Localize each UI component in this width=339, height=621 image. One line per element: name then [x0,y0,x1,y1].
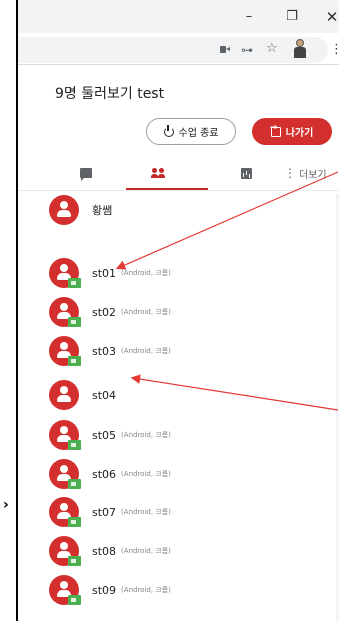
video-camera-icon [68,479,81,489]
participant-row[interactable]: st01 (Android, 크롬) [49,258,329,288]
star-icon[interactable]: ☆ [266,41,278,56]
participant-row[interactable]: 황쌤 [49,195,329,225]
participant-row[interactable]: st02 (Android, 크롬) [49,297,329,327]
people-icon [150,168,166,178]
participant-device: (Android, 크롬) [121,586,171,594]
key-icon[interactable]: ⊶ [241,43,253,57]
avatar [49,336,81,366]
chevron-right-icon[interactable]: › [3,497,9,513]
tab-divider [18,190,339,191]
classroom-panel: 9명 둘러보기 test 수업 종료 나가기 ⋮ 더보기 [18,66,339,621]
chat-icon [80,168,92,181]
video-camera-icon [68,278,81,288]
bar-chart-icon [240,167,252,179]
video-camera-icon [68,595,81,605]
exit-label: 나가기 [285,128,314,139]
participant-name: st05 [92,428,117,442]
participant-device: (Android, 크롬) [121,347,171,355]
tab-stats[interactable] [216,158,276,188]
tab-people[interactable] [128,158,188,188]
title-bar: – ❐ ✕ [18,0,339,33]
avatar [49,195,79,225]
avatar [49,575,81,605]
maximize-button[interactable]: ❐ [283,8,301,26]
power-icon [163,124,174,137]
participant-name: st07 [92,505,117,519]
end-class-label: 수업 종료 [178,128,219,139]
participant-device: (Android, 크롬) [121,470,171,478]
avatar [49,536,81,566]
more-vert-icon: ⋮ [284,166,296,180]
avatar [49,459,81,489]
video-camera-icon [68,440,81,450]
end-class-button[interactable]: 수업 종료 [146,118,236,145]
exit-icon [270,123,281,137]
camera-icon[interactable] [220,46,230,53]
minimize-button[interactable]: – [240,8,258,26]
participant-name: st01 [92,266,117,280]
avatar [49,380,79,410]
close-button[interactable]: ✕ [323,8,339,26]
participant-device: (Android, 크롬) [121,308,171,316]
participant-device: (Android, 크롬) [121,547,171,555]
participant-device: (Android, 크롬) [121,431,171,439]
omnibox[interactable] [18,37,328,63]
class-title: 9명 둘러보기 test [55,86,165,102]
participant-row[interactable]: st05 (Android, 크롬) [49,420,329,450]
tab-bar: ⋮ 더보기 [18,158,339,191]
video-camera-icon [68,356,81,366]
participant-row[interactable]: st07 (Android, 크롬) [49,497,329,527]
participant-row[interactable]: st03 (Android, 크롬) [49,336,329,366]
video-camera-icon [68,317,81,327]
avatar [49,497,81,527]
participant-name: st06 [92,467,117,481]
participant-row[interactable]: st06 (Android, 크롬) [49,459,329,489]
video-camera-icon [68,517,81,527]
avatar [49,258,81,288]
exit-button[interactable]: 나가기 [252,118,332,145]
video-camera-icon [68,556,81,566]
browser-window: – ❐ ✕ ⊶ ☆ ⋮ 9명 둘러보기 test 수업 종료 나가기 [16,0,339,621]
tab-more-label: 더보기 [299,169,327,181]
participant-name: st04 [92,388,117,402]
menu-icon[interactable]: ⋮ [330,42,339,57]
participant-row[interactable]: st08 (Android, 크롬) [49,536,329,566]
participant-name: 황쌤 [92,204,113,217]
address-bar: ⊶ ☆ ⋮ [18,33,339,65]
participant-name: st09 [92,583,117,597]
participant-name: st02 [92,305,117,319]
participant-device: (Android, 크롬) [121,508,171,516]
profile-icon[interactable] [293,38,307,60]
participant-name: st03 [92,344,117,358]
tab-more[interactable]: ⋮ 더보기 [284,158,339,188]
participant-name: st08 [92,544,117,558]
participant-row[interactable]: st09 (Android, 크롬) [49,575,329,605]
participant-device: (Android, 크롬) [121,269,171,277]
participant-row[interactable]: st04 [49,380,329,410]
tab-chat[interactable] [56,158,116,188]
avatar [49,297,81,327]
avatar [49,420,81,450]
